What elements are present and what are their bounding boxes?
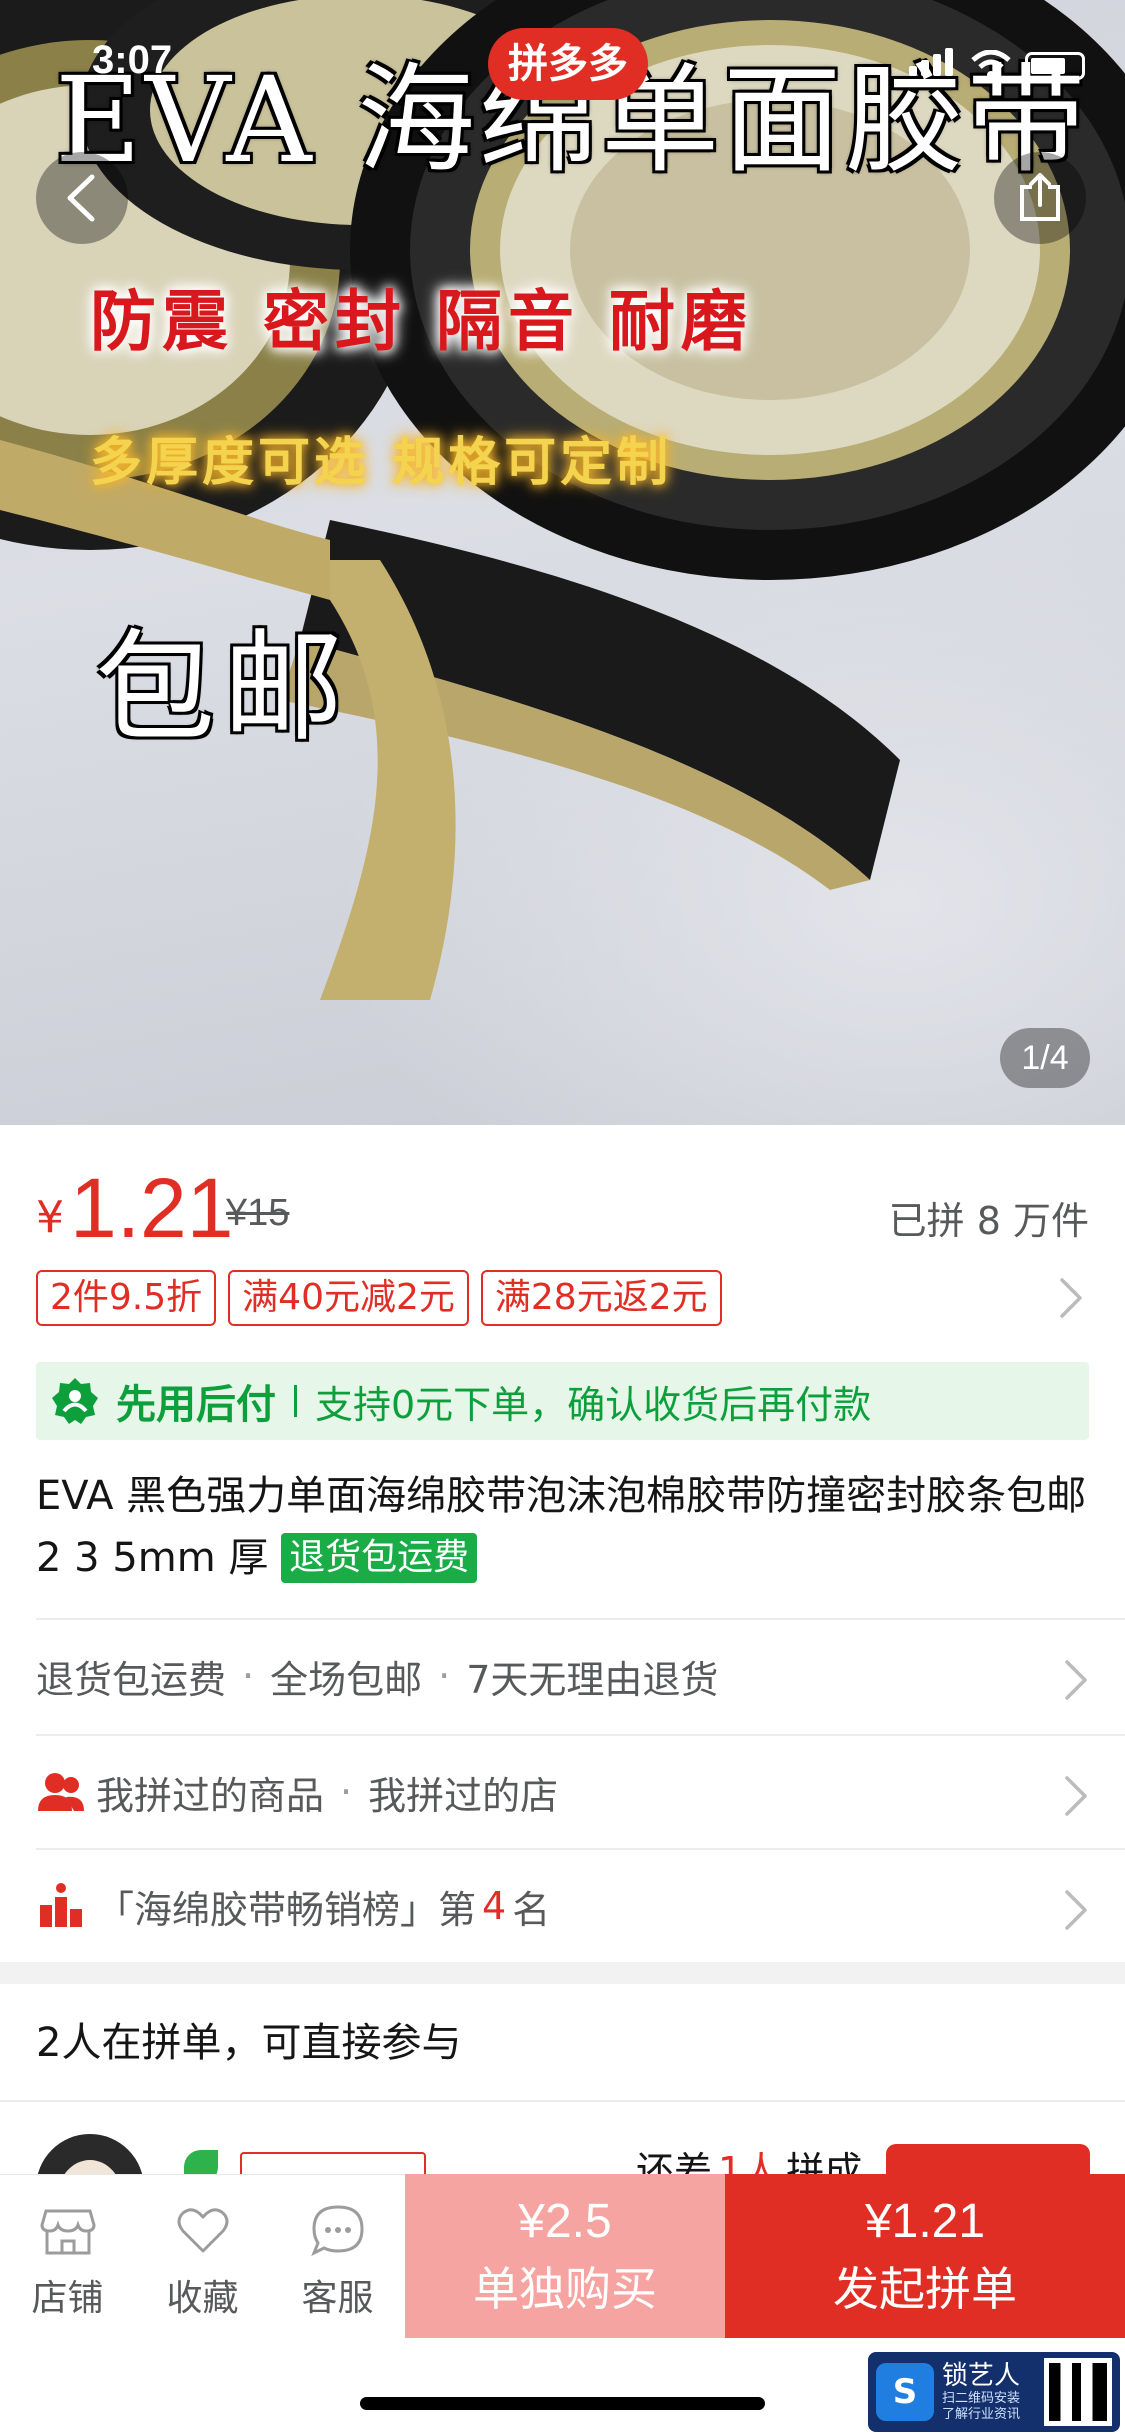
purchase-history-row[interactable]: 我拼过的商品 · 我拼过的店 bbox=[36, 1736, 1089, 1848]
buy-single-button[interactable]: ¥2.5 单独购买 bbox=[405, 2174, 725, 2338]
dot-separator: · bbox=[242, 1654, 255, 1698]
chevron-right-icon bbox=[1065, 1660, 1087, 1700]
watermark-sub2: 了解行业资讯 bbox=[942, 2407, 1021, 2422]
current-price: 1.21 bbox=[70, 1161, 234, 1255]
dot-separator: · bbox=[340, 1770, 353, 1814]
single-price: ¥2.5 bbox=[518, 2195, 612, 2248]
pay-later-title: 先用后付 bbox=[116, 1382, 276, 1428]
status-time: 3:07 bbox=[92, 38, 173, 82]
app-logo: 拼多多 bbox=[488, 28, 648, 100]
battery-icon bbox=[1025, 52, 1085, 80]
ranking-suffix: 名 bbox=[512, 1887, 551, 1932]
back-arrow-icon bbox=[67, 174, 95, 222]
sold-count: 已拼 8 万件 bbox=[888, 1199, 1089, 1243]
watermark-logo: S bbox=[876, 2363, 934, 2421]
dot-separator: · bbox=[438, 1654, 451, 1698]
divider bbox=[0, 2100, 1125, 2102]
service-row[interactable]: 退货包运费 · 全场包邮 · 7天无理由退货 bbox=[36, 1620, 1089, 1732]
coupon-list[interactable]: 2件9.5折 满40元减2元 满28元返2元 bbox=[36, 1270, 722, 1326]
pay-later-divider bbox=[294, 1385, 297, 1417]
start-group-buy-button[interactable]: ¥1.21 发起拼单 bbox=[725, 2174, 1125, 2338]
status-icons bbox=[909, 48, 1085, 80]
pay-later-desc: 支持0元下单，确认收货后再付款 bbox=[315, 1382, 872, 1427]
chat-icon bbox=[310, 2205, 364, 2257]
hero-option-text: 多厚度可选 规格可定制 bbox=[90, 432, 673, 493]
original-price: ¥15 bbox=[226, 1192, 290, 1234]
group-price: ¥1.21 bbox=[864, 2195, 986, 2248]
chevron-right-icon[interactable] bbox=[1058, 1276, 1084, 1320]
wifi-icon bbox=[971, 50, 1011, 79]
coupon-tag[interactable]: 满28元返2元 bbox=[480, 1270, 722, 1326]
share-button[interactable] bbox=[994, 152, 1086, 244]
return-shipping-tag: 退货包运费 bbox=[281, 1533, 478, 1583]
coupon-tag[interactable]: 满40元减2元 bbox=[228, 1270, 469, 1326]
watermark-sub1: 扫二维码安装 bbox=[942, 2391, 1021, 2406]
service-item: 7天无理由退货 bbox=[466, 1657, 719, 1702]
chevron-right-icon bbox=[1065, 1890, 1087, 1930]
group-buy-header: 2人在拼单，可直接参与 bbox=[36, 2020, 462, 2066]
store-label: 店铺 bbox=[31, 2278, 104, 2319]
image-page-indicator: 1/4 bbox=[1000, 1028, 1090, 1088]
users-icon bbox=[38, 1773, 84, 1811]
price-row: ¥ 1.21 ¥15 已拼 8 万件 bbox=[36, 1160, 1089, 1255]
store-button[interactable]: 店铺 bbox=[0, 2175, 135, 2339]
product-title-block: EVA 黑色强力单面海绵胶带泡沫泡棉胶带防撞密封胶条包邮 2 3 5mm 厚 退… bbox=[36, 1465, 1096, 1589]
share-icon bbox=[1020, 173, 1060, 221]
service-item: 退货包运费 bbox=[36, 1657, 227, 1702]
history-item: 我拼过的商品 bbox=[96, 1773, 325, 1818]
chevron-right-icon bbox=[1065, 1776, 1087, 1816]
home-indicator[interactable] bbox=[360, 2397, 765, 2410]
product-image-carousel[interactable]: EVA 海绵单面胶带 防震 密封 隔音 耐磨 多厚度可选 规格可定制 包邮 3:… bbox=[0, 0, 1125, 1125]
service-item: 全场包邮 bbox=[270, 1657, 423, 1702]
hero-shipping-text: 包邮 bbox=[95, 619, 351, 758]
ranking-number: 4 bbox=[482, 1884, 507, 1928]
price-currency: ¥ bbox=[36, 1192, 64, 1243]
hero-feature-text: 防震 密封 隔音 耐磨 bbox=[90, 282, 753, 360]
signal-icon bbox=[909, 48, 957, 80]
credit-badge-icon bbox=[52, 1378, 98, 1424]
customer-service-label: 客服 bbox=[301, 2278, 374, 2319]
product-title: EVA 黑色强力单面海绵胶带泡沫泡棉胶带防撞密封胶条包邮 2 3 5mm 厚 bbox=[36, 1473, 1087, 1581]
ranking-prefix: 「海绵胶带畅销榜」第 bbox=[96, 1887, 477, 1932]
ranking-row[interactable]: 「海绵胶带畅销榜」第 4 名 bbox=[36, 1850, 1089, 1962]
qr-code bbox=[1044, 2358, 1112, 2426]
watermark-text: 锁艺人 扫二维码安装 了解行业资讯 bbox=[942, 2361, 1020, 2423]
favorite-button[interactable]: 收藏 bbox=[135, 2175, 270, 2339]
watermark-name: 锁艺人 bbox=[942, 2361, 1021, 2391]
watermark: S 锁艺人 扫二维码安装 了解行业资讯 bbox=[868, 2352, 1120, 2432]
customer-service-button[interactable]: 客服 bbox=[270, 2175, 405, 2339]
favorite-label: 收藏 bbox=[166, 2278, 239, 2319]
group-label: 发起拼单 bbox=[833, 2262, 1017, 2316]
section-gap bbox=[0, 1962, 1125, 1984]
heart-icon bbox=[177, 2208, 228, 2253]
coupon-tag[interactable]: 2件9.5折 bbox=[36, 1270, 217, 1326]
back-button[interactable] bbox=[36, 152, 128, 244]
ranking-icon bbox=[40, 1883, 82, 1927]
store-icon bbox=[39, 2209, 96, 2255]
history-item: 我拼过的店 bbox=[368, 1773, 559, 1818]
single-label: 单独购买 bbox=[473, 2262, 657, 2316]
pay-later-banner[interactable]: 先用后付 支持0元下单，确认收货后再付款 bbox=[36, 1362, 1089, 1440]
